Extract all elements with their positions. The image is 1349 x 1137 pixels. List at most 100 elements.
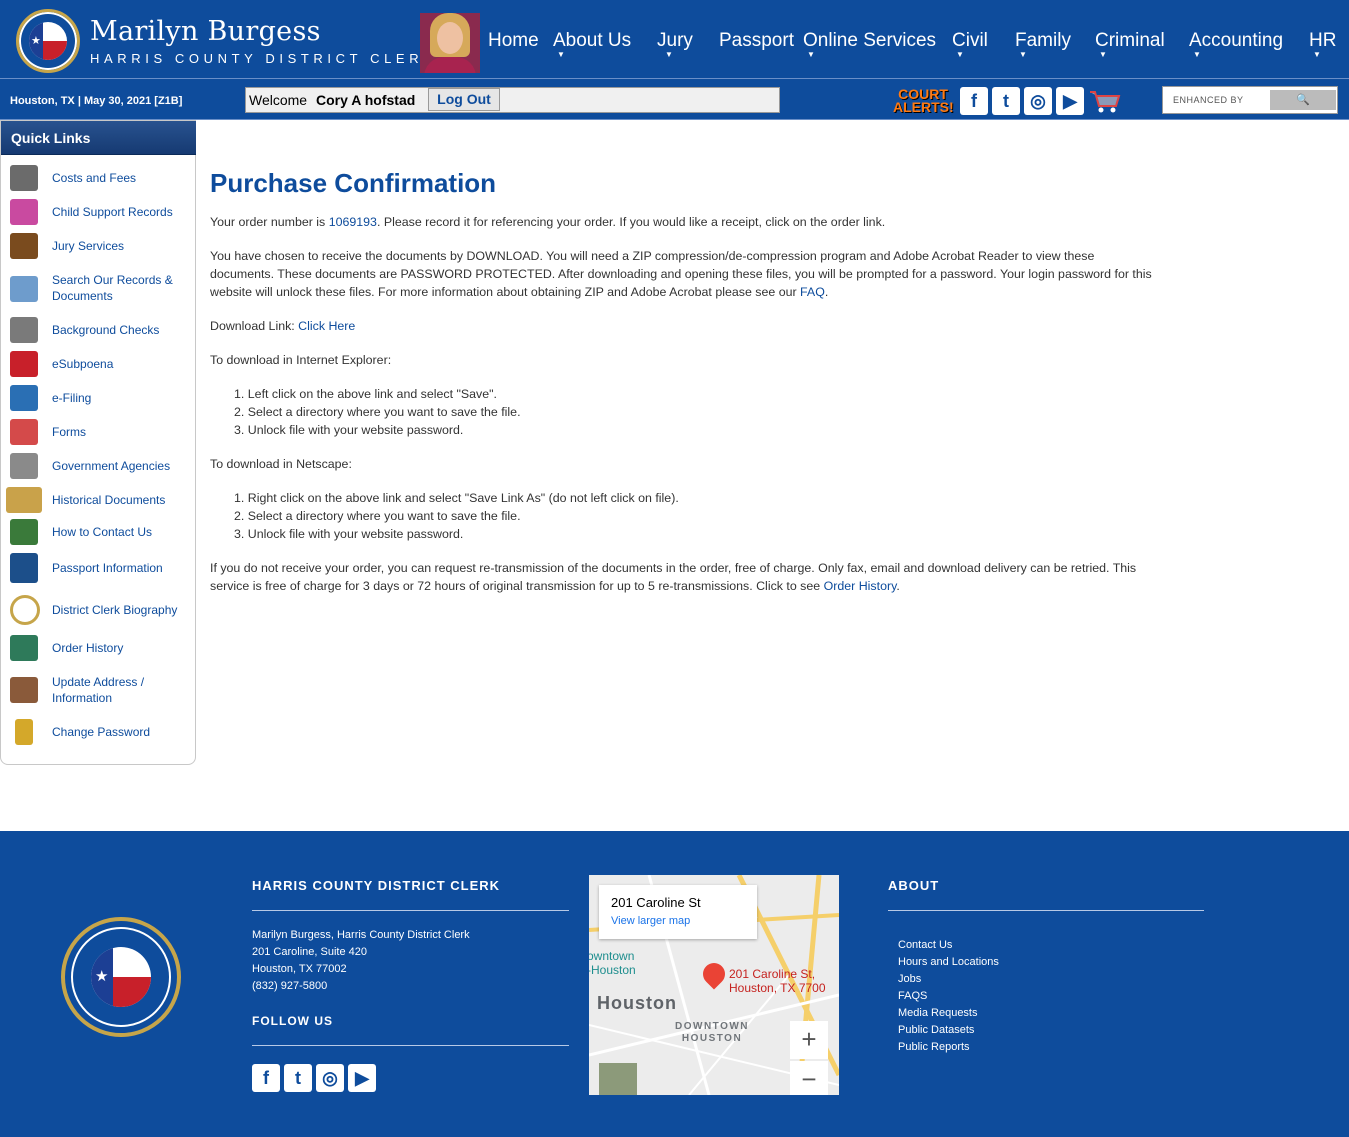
footer-link-hours[interactable]: Hours and Locations (898, 956, 999, 968)
esubpoena-icon (10, 351, 38, 377)
sidebar-item-search-records[interactable]: Search Our Records & Documents (1, 273, 196, 307)
twitter-icon[interactable]: t (992, 87, 1020, 115)
follow-us-heading: FOLLOW US (252, 1014, 333, 1028)
sidebar-item-label: Forms (52, 425, 86, 439)
search-button[interactable]: 🔍 (1270, 90, 1336, 110)
footer-link-contact-us[interactable]: Contact Us (898, 939, 952, 951)
sidebar-item-update-address[interactable]: Update Address / Information (1, 675, 196, 709)
retransmission-paragraph: If you do not receive your order, you ca… (210, 559, 1136, 595)
twitter-icon[interactable]: t (284, 1064, 312, 1092)
sidebar-item-how-to-contact-us[interactable]: How to Contact Us (1, 519, 196, 547)
sidebar-item-government-agencies[interactable]: Government Agencies (1, 453, 196, 481)
download-paragraph-line: documents. These documents are PASSWORD … (210, 267, 1152, 281)
nav-criminal[interactable]: Criminal ▼ (1095, 30, 1165, 59)
footer-link-jobs[interactable]: Jobs (898, 973, 921, 985)
sidebar-item-forms[interactable]: Forms (1, 419, 196, 447)
search-box[interactable]: ENHANCED BY 🔍 (1162, 86, 1338, 114)
sidebar-item-order-history[interactable]: Order History (1, 635, 196, 663)
nav-passport[interactable]: Passport (719, 30, 794, 52)
download-click-here-link[interactable]: Click Here (298, 319, 355, 333)
court-alerts-button[interactable]: COURT ALERTS! (893, 86, 954, 116)
ie-heading: To download in Internet Explorer: (210, 353, 392, 367)
divider (888, 910, 1204, 911)
divider (252, 910, 569, 911)
instagram-icon[interactable]: ◎ (316, 1064, 344, 1092)
order-number-link[interactable]: 1069193 (329, 215, 377, 229)
search-enhanced-label: ENHANCED BY (1173, 95, 1244, 105)
download-link-row: Download Link: Click Here (210, 317, 355, 335)
sidebar-item-jury-services[interactable]: Jury Services (1, 233, 196, 261)
clerk-name: Marilyn Burgess (90, 16, 321, 47)
contact-icon (10, 519, 38, 545)
nav-accounting[interactable]: Accounting ▼ (1189, 30, 1283, 59)
page-title: Purchase Confirmation (210, 168, 497, 198)
sidebar-item-label: Background Checks (52, 323, 160, 337)
sidebar-item-label: Search Our Records & Documents (52, 273, 173, 303)
sidebar-item-e-filing[interactable]: e-Filing (1, 385, 196, 413)
nav-civil[interactable]: Civil ▼ (952, 30, 988, 59)
footer-link-public-reports[interactable]: Public Reports (898, 1041, 970, 1053)
list-item: 3. Unlock file with your website passwor… (234, 423, 464, 437)
footer-link-faqs[interactable]: FAQS (898, 990, 927, 1002)
logout-button[interactable]: Log Out (428, 88, 500, 111)
sidebar-item-esubpoena[interactable]: eSubpoena (1, 351, 196, 379)
youtube-icon[interactable]: ▶ (348, 1064, 376, 1092)
list-item: 1. Right click on the above link and sel… (234, 491, 679, 505)
period: . (824, 285, 829, 299)
list-item: 3. Unlock file with your website passwor… (234, 527, 464, 541)
cart-icon[interactable] (1088, 88, 1122, 114)
nav-family[interactable]: Family ▼ (1015, 30, 1071, 59)
about-heading: ABOUT (888, 878, 940, 893)
forms-icon (10, 419, 38, 445)
sidebar-item-district-clerk-biography[interactable]: District Clerk Biography (1, 595, 196, 625)
location-date: Houston, TX | May 30, 2021 [Z1B] (10, 95, 183, 107)
sidebar-item-background-checks[interactable]: Background Checks (1, 317, 196, 345)
sidebar-item-label: Costs and Fees (52, 171, 137, 185)
footer-phone[interactable]: (832) 927-5800 (252, 980, 327, 992)
zoom-out-button[interactable]: − (790, 1061, 828, 1095)
map-pin-address: 201 Caroline St, Houston, TX 7700 (729, 967, 826, 995)
download-paragraph: You have chosen to receive the documents… (210, 247, 1152, 301)
district-clerk-seal-icon[interactable]: ★ (16, 9, 80, 73)
nav-home[interactable]: Home (488, 30, 539, 52)
sub-bar: Houston, TX | May 30, 2021 [Z1B] Welcome… (0, 78, 1349, 120)
faq-link[interactable]: FAQ (800, 285, 825, 299)
abc-blocks-icon (10, 199, 38, 225)
sidebar-item-label: Child Support Records (52, 205, 173, 219)
nav-hr[interactable]: HR ▼ (1309, 30, 1336, 59)
order-history-link[interactable]: Order History (824, 579, 897, 593)
view-larger-map-link[interactable]: View larger map (611, 915, 690, 927)
footer-link-media-requests[interactable]: Media Requests (898, 1007, 978, 1019)
sidebar-item-historical-documents[interactable]: Historical Documents (1, 487, 196, 515)
nav-about-us[interactable]: About Us ▼ (553, 30, 631, 59)
chevron-down-icon: ▼ (1193, 50, 1201, 59)
sidebar-item-child-support-records[interactable]: Child Support Records (1, 199, 196, 227)
sidebar-item-passport-information[interactable]: Passport Information (1, 553, 196, 583)
chevron-down-icon: ▼ (1313, 50, 1321, 59)
facebook-icon[interactable]: f (960, 87, 988, 115)
facebook-icon[interactable]: f (252, 1064, 280, 1092)
location-map[interactable]: 201 Caroline St View larger map owntown -… (589, 875, 839, 1095)
nav-online-services[interactable]: Online Services ▼ (803, 30, 936, 59)
instagram-icon[interactable]: ◎ (1024, 87, 1052, 115)
divider (252, 1045, 569, 1046)
nav-jury[interactable]: Jury ▼ (657, 30, 693, 59)
chevron-down-icon: ▼ (956, 50, 964, 59)
ledger-icon (10, 635, 38, 661)
building-icon (10, 453, 38, 479)
youtube-icon[interactable]: ▶ (1056, 87, 1084, 115)
quick-links-header: Quick Links (1, 121, 196, 155)
footer-address-line: Marilyn Burgess, Harris County District … (252, 929, 470, 941)
sidebar-item-change-password[interactable]: Change Password (1, 719, 196, 747)
sidebar-item-label: Government Agencies (52, 459, 171, 473)
list-item: 2. Select a directory where you want to … (234, 509, 521, 523)
search-icon: 🔍 (1296, 93, 1310, 106)
sidebar-item-label: Order History (52, 641, 124, 655)
laptop-icon (10, 385, 38, 411)
footer-link-public-datasets[interactable]: Public Datasets (898, 1024, 974, 1036)
seal-icon (10, 595, 40, 625)
map-district-label: DOWNTOWN HOUSTON (675, 1021, 750, 1044)
welcome-label: Welcome (249, 92, 308, 108)
sidebar-item-costs-and-fees[interactable]: Costs and Fees (1, 165, 196, 193)
zoom-in-button[interactable]: + (790, 1021, 828, 1059)
